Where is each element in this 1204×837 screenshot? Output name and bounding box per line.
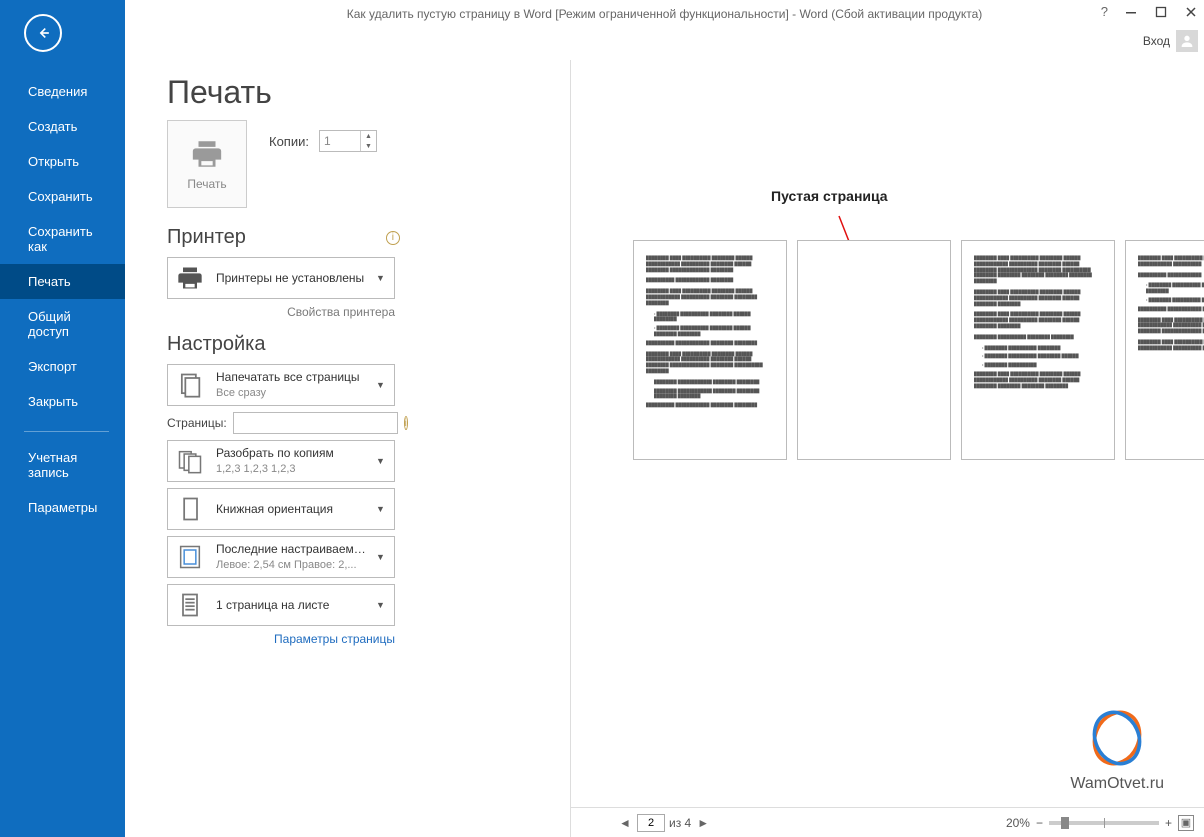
margins-dropdown[interactable]: Последние настраиваемые... Левое: 2,54 с… (167, 536, 395, 578)
watermark-text: WamOtvet.ru (1070, 775, 1164, 793)
collate-dropdown[interactable]: Разобрать по копиям 1,2,3 1,2,3 1,2,3 ▼ (167, 440, 395, 482)
margins-label: Последние настраиваемые... (216, 541, 366, 557)
sidebar-item-6[interactable]: Общий доступ (0, 299, 125, 349)
back-button[interactable] (24, 14, 62, 52)
collate-sub: 1,2,3 1,2,3 1,2,3 (216, 462, 366, 477)
pages-per-sheet-dropdown[interactable]: 1 страница на листе ▼ (167, 584, 395, 626)
sidebar-item-5[interactable]: Печать (0, 264, 125, 299)
margins-icon (174, 541, 206, 573)
window-title: Как удалить пустую страницу в Word [Режи… (347, 7, 983, 21)
printer-info-icon[interactable]: i (386, 231, 400, 245)
sidebar-item2-0[interactable]: Учетная запись (0, 440, 125, 490)
restore-button[interactable] (1148, 2, 1174, 22)
print-range-label: Напечатать все страницы (216, 369, 366, 385)
sidebar-item-7[interactable]: Экспорт (0, 349, 125, 384)
chevron-down-icon: ▼ (376, 380, 388, 390)
copies-label: Копии: (269, 134, 309, 149)
page-thumbnail-1[interactable]: ████████ ████ ██████████ ████████ ██████… (633, 240, 787, 460)
sign-in-link[interactable]: Вход (1143, 34, 1170, 48)
sidebar-item2-1[interactable]: Параметры (0, 490, 125, 525)
help-icon[interactable]: ? (1101, 4, 1108, 19)
print-preview-panel: Пустая страница ████████ ████ ██████████… (570, 60, 1204, 837)
sidebar-item-1[interactable]: Создать (0, 109, 125, 144)
print-button-label: Печать (187, 177, 226, 191)
collate-label: Разобрать по копиям (216, 445, 366, 461)
avatar-icon[interactable] (1176, 30, 1198, 52)
fit-page-button[interactable]: ▣ (1178, 815, 1194, 831)
print-button[interactable]: Печать (167, 120, 247, 208)
close-button[interactable] (1178, 2, 1204, 22)
settings-header: Настройка (167, 333, 265, 356)
prev-page-button[interactable]: ◄ (617, 816, 633, 830)
orientation-dropdown[interactable]: Книжная ориентация ▼ (167, 488, 395, 530)
orientation-label: Книжная ориентация (216, 501, 366, 517)
printer-icon (174, 262, 206, 294)
chevron-down-icon: ▼ (376, 273, 388, 283)
backstage-sidebar: СведенияСоздатьОткрытьСохранитьСохранить… (0, 0, 125, 837)
empty-page-annotation: Пустая страница (771, 188, 888, 204)
sidebar-item-3[interactable]: Сохранить (0, 179, 125, 214)
pages-label: Страницы: (167, 416, 227, 430)
pages-per-sheet-label: 1 страница на листе (216, 597, 366, 613)
pages-info-icon[interactable]: i (404, 416, 408, 430)
sidebar-item-8[interactable]: Закрыть (0, 384, 125, 419)
page-sheet-icon (174, 589, 206, 621)
printer-dropdown-label: Принтеры не установлены (216, 270, 366, 286)
orientation-icon (174, 493, 206, 525)
zoom-slider[interactable] (1049, 821, 1159, 825)
print-range-sub: Все сразу (216, 386, 366, 401)
copies-down[interactable]: ▼ (361, 141, 376, 151)
chevron-down-icon: ▼ (376, 600, 388, 610)
zoom-handle[interactable] (1061, 817, 1069, 829)
sidebar-item-2[interactable]: Открыть (0, 144, 125, 179)
minimize-button[interactable] (1118, 2, 1144, 22)
chevron-down-icon: ▼ (376, 552, 388, 562)
printer-dropdown[interactable]: Принтеры не установлены ▼ (167, 257, 395, 299)
sidebar-item-4[interactable]: Сохранить как (0, 214, 125, 264)
collate-icon (174, 445, 206, 477)
page-thumbnail-2[interactable] (797, 240, 951, 460)
pages-icon (174, 369, 206, 401)
printer-properties-link[interactable]: Свойства принтера (167, 305, 395, 319)
watermark: WamOtvet.ru (1070, 708, 1164, 793)
copies-up[interactable]: ▲ (361, 131, 376, 141)
page-thumbnail-4[interactable]: ████████ ████ ██████████ ████████ ██████… (1125, 240, 1204, 460)
sidebar-separator (24, 431, 109, 432)
next-page-button[interactable]: ► (695, 816, 711, 830)
preview-footer: ◄ из 4 ► 20% − + ▣ (571, 807, 1204, 837)
zoom-out-button[interactable]: − (1036, 816, 1043, 830)
page-thumbnail-3[interactable]: ████████ ████ ██████████ ████████ ██████… (961, 240, 1115, 460)
current-page-input[interactable] (637, 814, 665, 832)
title-bar: Как удалить пустую страницу в Word [Режи… (125, 0, 1204, 28)
copies-spinner[interactable]: ▲ ▼ (319, 130, 377, 152)
chevron-down-icon: ▼ (376, 456, 388, 466)
page-setup-link[interactable]: Параметры страницы (167, 632, 395, 646)
copies-input[interactable] (320, 131, 360, 151)
sidebar-item-0[interactable]: Сведения (0, 74, 125, 109)
printer-header: Принтер (167, 226, 246, 249)
pages-input[interactable] (233, 412, 398, 434)
chevron-down-icon: ▼ (376, 504, 388, 514)
page-count-label: из 4 (669, 816, 691, 830)
page-thumbnails: ████████ ████ ██████████ ████████ ██████… (633, 240, 1204, 460)
print-settings-panel: Печать Копии: ▲ ▼ Принтер i (167, 120, 527, 660)
zoom-in-button[interactable]: + (1165, 816, 1172, 830)
print-range-dropdown[interactable]: Напечатать все страницы Все сразу ▼ (167, 364, 395, 406)
zoom-percent: 20% (1006, 816, 1030, 830)
margins-sub: Левое: 2,54 см Правое: 2,... (216, 558, 366, 573)
